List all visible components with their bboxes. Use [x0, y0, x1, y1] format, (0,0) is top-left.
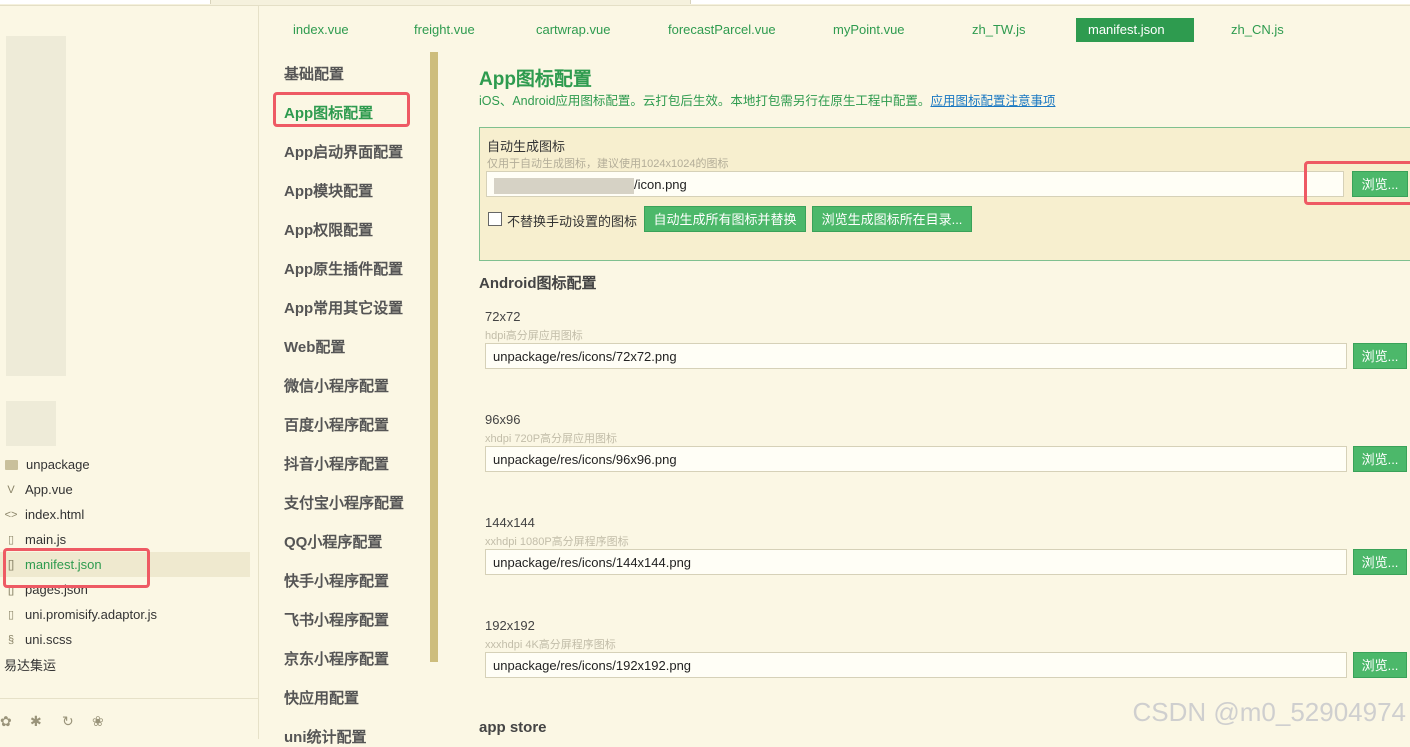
icon-144-path-input[interactable]: unpackage/res/icons/144x144.png: [485, 549, 1347, 575]
tab-freight-vue[interactable]: freight.vue: [402, 18, 487, 42]
page-subtitle: iOS、Android应用图标配置。云打包后生效。本地打包需另行在原生工程中配置…: [479, 90, 1055, 109]
blurred-tree-region: [6, 36, 66, 376]
tree-item-label: uni.scss: [25, 632, 72, 647]
appstore-section-title: app store: [479, 719, 547, 736]
icon-72-path-input[interactable]: unpackage/res/icons/72x72.png: [485, 343, 1347, 369]
icon-96-path-input[interactable]: unpackage/res/icons/96x96.png: [485, 446, 1347, 472]
nav-app-permissions[interactable]: App权限配置: [284, 219, 373, 240]
android-section-title: Android图标配置: [479, 275, 597, 292]
nav-quickapp[interactable]: 快应用配置: [284, 687, 359, 708]
tab-zh-cn-js[interactable]: zh_CN.js: [1219, 18, 1296, 42]
icon-72-browse-button[interactable]: 浏览...: [1353, 343, 1407, 369]
tab-forecastparcel-vue[interactable]: forecastParcel.vue: [656, 18, 788, 42]
icon-config-notes-link[interactable]: 应用图标配置注意事项: [930, 94, 1055, 108]
bug-icon[interactable]: ✱: [30, 713, 42, 730]
nav-web[interactable]: Web配置: [284, 336, 345, 357]
redacted-path: [494, 177, 634, 194]
icon-size-label: 144x144: [485, 515, 535, 530]
nav-basic[interactable]: 基础配置: [284, 63, 344, 84]
nav-app-modules[interactable]: App模块配置: [284, 180, 373, 201]
tree-item-uni-scss[interactable]: § uni.scss: [0, 627, 250, 652]
nav-jd[interactable]: 京东小程序配置: [284, 648, 389, 669]
palette-icon[interactable]: ❀: [92, 713, 104, 730]
icon-size-label: 96x96: [485, 412, 521, 427]
nav-app-native-plugins[interactable]: App原生插件配置: [284, 258, 403, 279]
tab-mypoint-vue[interactable]: myPoint.vue: [821, 18, 917, 42]
refresh-icon[interactable]: ↻: [62, 713, 74, 730]
highlight-manifest-tree: [3, 548, 150, 588]
html-file-icon: <>: [4, 508, 18, 521]
nav-baidu[interactable]: 百度小程序配置: [284, 414, 389, 435]
tree-item-label: uni.promisify.adaptor.js: [25, 607, 157, 622]
highlight-nav-app-icon: [273, 92, 410, 127]
auto-generate-panel: 自动生成图标 仅用于自动生成图标，建议使用1024x1024的图标 /icon.…: [479, 127, 1410, 261]
nav-feishu[interactable]: 飞书小程序配置: [284, 609, 389, 630]
nav-alipay[interactable]: 支付宝小程序配置: [284, 492, 404, 513]
highlight-auto-browse: [1304, 161, 1410, 205]
project-tree: unpackage V App.vue <> index.html ▯ main…: [0, 6, 259, 739]
nav-weixin[interactable]: 微信小程序配置: [284, 375, 389, 396]
no-replace-label: 不替换手动设置的图标: [507, 214, 638, 229]
tree-item-label: App.vue: [25, 482, 73, 497]
tree-item-label: main.js: [25, 532, 67, 547]
icon-144-browse-button[interactable]: 浏览...: [1353, 549, 1407, 575]
icon-192-path-input[interactable]: unpackage/res/icons/192x192.png: [485, 652, 1347, 678]
icon-96-browse-button[interactable]: 浏览...: [1353, 446, 1407, 472]
blurred-tree-region: [6, 401, 56, 446]
nav-qq[interactable]: QQ小程序配置: [284, 531, 382, 552]
vue-file-icon: V: [7, 483, 15, 496]
tree-project-label[interactable]: 易达集运: [0, 652, 254, 677]
tab-zh-tw-js[interactable]: zh_TW.js: [960, 18, 1037, 42]
subtitle-text: iOS、Android应用图标配置。云打包后生效。本地打包需另行在原生工程中配置…: [479, 94, 931, 108]
no-replace-checkbox[interactable]: [488, 212, 502, 226]
nav-douyin[interactable]: 抖音小程序配置: [284, 453, 389, 474]
folder-icon: [5, 459, 18, 470]
project-label: 易达集运: [4, 658, 57, 673]
js-file-icon: ▯: [7, 609, 15, 621]
icon-size-hint: xxhdpi 1080P高分屏程序图标: [485, 536, 629, 548]
js-file-icon: ▯: [7, 534, 15, 546]
icon-size-label: 72x72: [485, 309, 521, 324]
nav-uni-stat[interactable]: uni统计配置: [284, 726, 367, 747]
generate-all-button[interactable]: 自动生成所有图标并替换: [644, 206, 806, 232]
tree-item-unpackage[interactable]: unpackage: [0, 452, 250, 477]
icon-size-hint: xxxhdpi 4K高分屏程序图标: [485, 639, 616, 651]
tree-item-app-vue[interactable]: V App.vue: [0, 477, 250, 502]
browse-output-dir-button[interactable]: 浏览生成图标所在目录...: [812, 206, 972, 232]
csdn-watermark: CSDN @m0_52904974: [1132, 697, 1406, 727]
nav-kuaishou[interactable]: 快手小程序配置: [284, 570, 389, 591]
tab-index-vue[interactable]: index.vue: [281, 18, 361, 42]
icon-size-hint: hdpi高分屏应用图标: [485, 330, 583, 342]
icon-size-hint: xhdpi 720P高分屏应用图标: [485, 433, 618, 445]
plugin-icon[interactable]: ✿: [0, 713, 12, 730]
tree-item-label: unpackage: [26, 457, 90, 472]
auto-generate-hint: 仅用于自动生成图标，建议使用1024x1024的图标: [487, 158, 729, 170]
auto-generate-label: 自动生成图标: [487, 139, 566, 154]
tree-item-uni-promisify[interactable]: ▯ uni.promisify.adaptor.js: [0, 602, 250, 627]
tree-toolbar: ✿ ✱ ↻ ❀: [0, 698, 258, 740]
scss-file-icon: §: [7, 633, 15, 646]
tab-manifest-json[interactable]: manifest.json: [1076, 18, 1194, 42]
tab-cartwrap-vue[interactable]: cartwrap.vue: [524, 18, 622, 42]
nav-app-splash[interactable]: App启动界面配置: [284, 141, 403, 162]
nav-app-other[interactable]: App常用其它设置: [284, 297, 403, 318]
editor-tabs: index.vue freight.vue cartwrap.vue forec…: [260, 14, 1410, 44]
nav-scrollbar[interactable]: [430, 52, 438, 662]
icon-size-label: 192x192: [485, 618, 535, 633]
auto-icon-path-input[interactable]: /icon.png: [486, 171, 1344, 197]
tree-item-index-html[interactable]: <> index.html: [0, 502, 250, 527]
auto-icon-path-value: /icon.png: [634, 177, 687, 192]
page-title: App图标配置: [479, 69, 592, 90]
icon-192-browse-button[interactable]: 浏览...: [1353, 652, 1407, 678]
top-strip-left: [0, 0, 211, 4]
top-strip-right: [690, 0, 1410, 4]
tree-item-label: index.html: [25, 507, 85, 522]
